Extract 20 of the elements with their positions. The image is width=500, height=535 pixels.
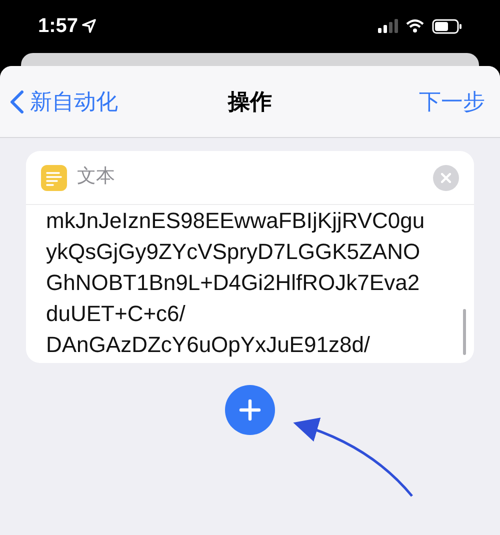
nav-title: 操作 [228, 88, 272, 116]
status-time: 1:57 [38, 14, 78, 39]
next-button[interactable]: 下一步 [419, 85, 490, 118]
battery-icon [432, 18, 462, 34]
plus-icon [239, 399, 261, 421]
signal-icon [378, 19, 398, 33]
text-line: GhNOBT1Bn9L+D4Gi2HlfROJk7Eva2 [46, 269, 421, 297]
text-line: DAnGAzDZcY6uOpYxJuE91z8d/ [46, 331, 372, 359]
action-title: 文本 [77, 165, 115, 190]
text-line: mkJnJeIznES98EEwwaFBIjKjjRVC0gu [46, 207, 426, 235]
chevron-left-icon [10, 90, 24, 114]
location-icon [82, 19, 96, 33]
text-line: ykQsGjGy9ZYcVSpryD7LGGK5ZANO [46, 238, 422, 266]
close-icon [441, 172, 451, 182]
add-button[interactable] [225, 385, 275, 435]
text-line: duUET+C+c6/ [46, 300, 186, 328]
scrollbar [463, 309, 466, 355]
wifi-icon [406, 19, 424, 33]
back-button[interactable]: 新自动化 [10, 85, 118, 118]
note-icon [41, 164, 67, 190]
